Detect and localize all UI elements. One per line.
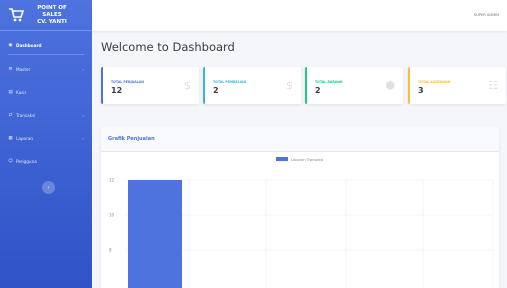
brand-line-3: CV. YANTI [37,18,67,25]
sidebar-item-label: Master [16,66,31,72]
sidebar-item-label: Transaksi [16,112,36,118]
sidebar-item-master[interactable]: ⚙ Master › [0,62,92,76]
stat-card-value: 2 [315,86,321,95]
page-title: Welcome to Dashboard [101,40,235,54]
shopping-cart-icon [9,8,24,22]
user-name[interactable]: SUPER ADMIN [474,13,499,17]
stat-card-barang: TOTAL BARANG 2 ⬢ [305,67,403,104]
chevron-right-icon: › [82,66,84,72]
stat-card-value: 2 [213,86,219,95]
stat-card-penjualan: TOTAL PENJUALAN 12 $ [101,67,199,104]
sidebar-item-laporan[interactable]: ▦ Laporan › [0,131,92,145]
brand-line-2: SALES [42,11,62,18]
stat-card-value: 3 [418,86,424,95]
sidebar-item-pengguna[interactable]: ☺ Pengguna [0,154,92,168]
dollar-icon: $ [286,79,293,92]
tachometer-icon: ◉ [8,42,13,48]
y-tick-label: 10 [109,213,115,218]
sidebar-item-transaksi[interactable]: ⇄ Transaksi › [0,108,92,122]
sidebar-divider [8,54,84,55]
stat-card-pembelian: TOTAL PEMBELIAN 2 $ [203,67,301,104]
chart-bar [128,180,182,288]
chevron-right-icon: › [82,135,84,141]
brand[interactable]: POINT OF SALES CV. YANTI [0,0,92,31]
stat-card-label: TOTAL PENJUALAN [111,80,144,84]
user-icon: ☺ [8,158,13,164]
sidebar-item-label: Pengguna [16,158,37,164]
sidebar-item-label: Dashboard [16,42,42,48]
chart-card: Grafik Penjualan Laporan Transaksi 12 10 8 [101,126,499,288]
sidebar-item-dashboard[interactable]: ◉ Dashboard [0,38,92,52]
brand-title: POINT OF SALES CV. YANTI [30,5,74,26]
chart-title: Grafik Penjualan [101,126,499,152]
topbar: SUPER ADMIN [92,0,507,31]
table-icon: ▦ [8,135,13,141]
legend-swatch [276,157,288,161]
sidebar-toggle-button[interactable]: ‹ [42,181,55,194]
chevron-right-icon: › [82,112,84,118]
stat-card-label: TOTAL PEMBELIAN [213,80,247,84]
dollar-icon: $ [184,79,191,92]
sidebar: POINT OF SALES CV. YANTI ◉ Dashboard ⚙ M… [0,0,92,288]
stat-card-karyawan: TOTAL KARYAWAN 3 ☷ [408,67,506,104]
y-tick-label: 8 [109,248,112,253]
sales-chart: Laporan Transaksi 12 10 8 [109,157,494,288]
sidebar-item-label: Kasir [16,89,27,95]
sidebar-item-label: Laporan [16,135,34,141]
box-icon: ⬢ [385,79,395,92]
users-icon: ☷ [488,79,498,92]
chevron-left-icon: ‹ [47,184,50,191]
stat-card-label: TOTAL BARANG [315,80,343,84]
cash-register-icon: ▤ [8,89,13,95]
cog-icon: ⚙ [8,66,13,72]
stat-card-label: TOTAL KARYAWAN [418,80,451,84]
sidebar-item-kasir[interactable]: ▤ Kasir [0,85,92,99]
exchange-icon: ⇄ [8,112,13,118]
y-tick-label: 12 [109,178,115,183]
brand-line-1: POINT OF [37,4,67,11]
stat-card-value: 12 [111,86,123,95]
legend-label: Laporan Transaksi [291,158,323,162]
